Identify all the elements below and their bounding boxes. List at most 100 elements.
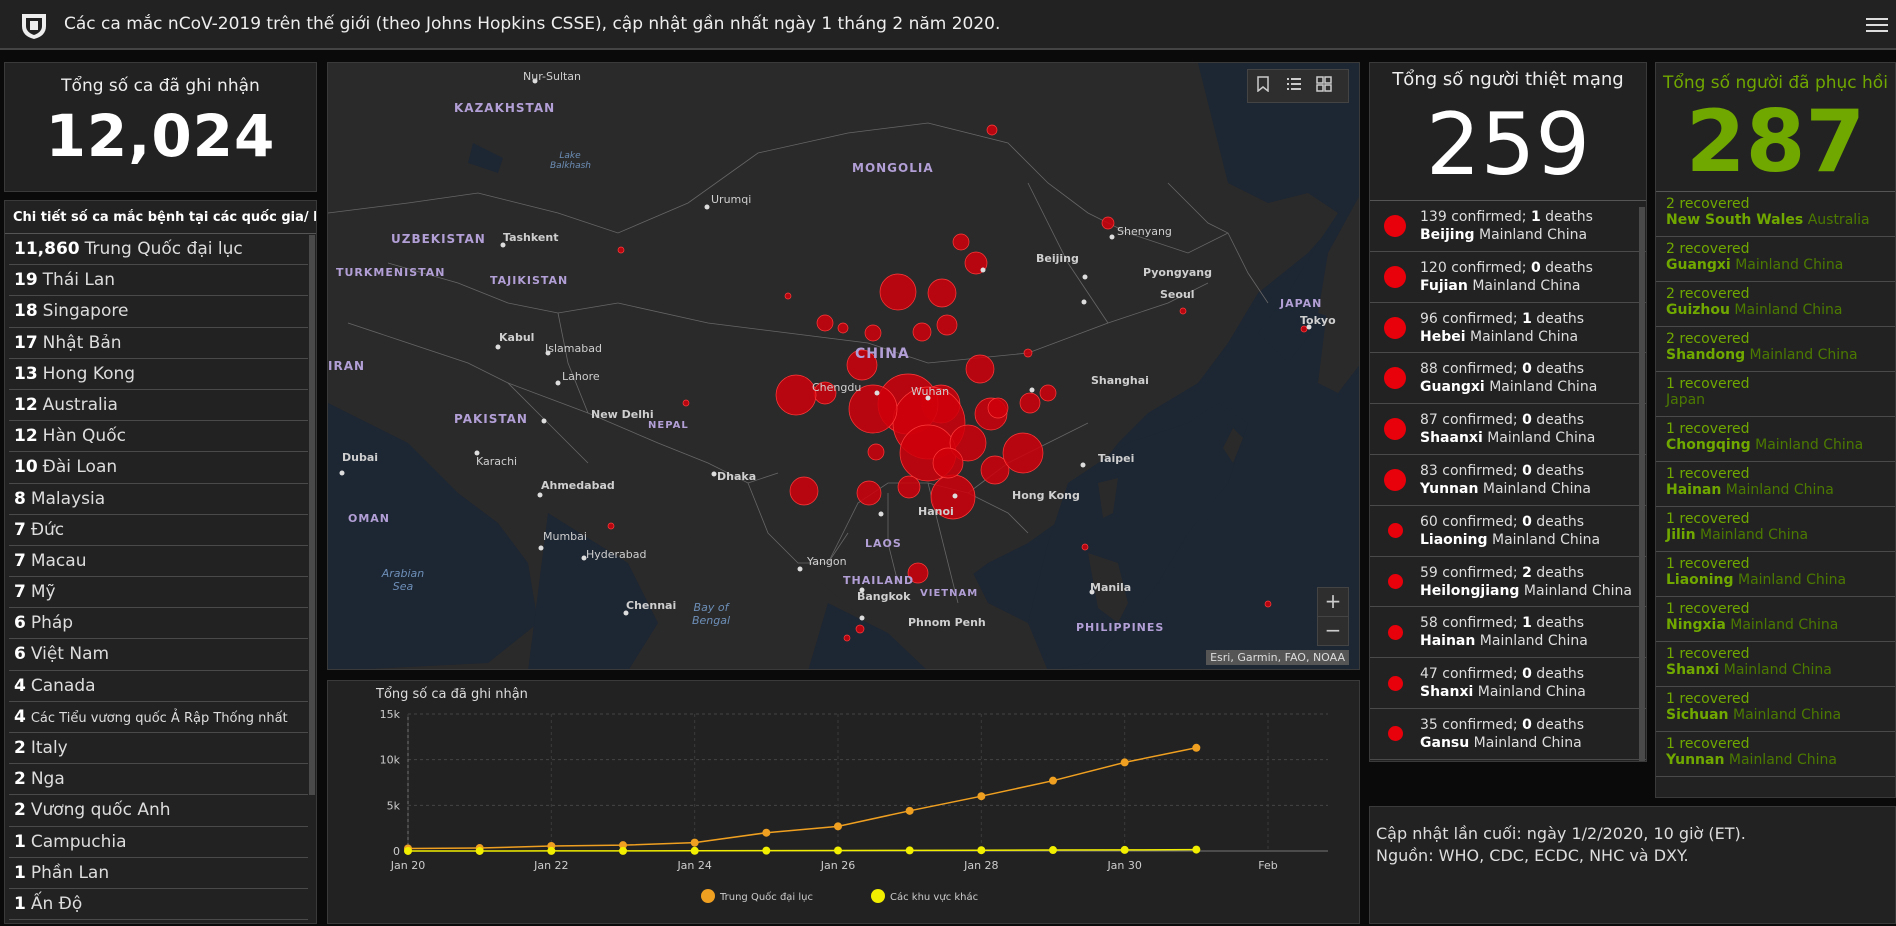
deaths-list-item[interactable]: 60 confirmed; 0 deaths Liaoning Mainland …	[1370, 506, 1646, 557]
x-tick-label: Jan 30	[1106, 859, 1141, 872]
country-list-item[interactable]: 19 Thái Lan	[9, 265, 308, 297]
recovered-list-item[interactable]: 2 recovered Shandong Mainland China	[1656, 327, 1895, 372]
data-point[interactable]	[690, 838, 699, 847]
country-list-item[interactable]: 11,860 Trung Quốc đại lục	[9, 234, 308, 266]
deaths-line: 60 confirmed; 0 deaths	[1420, 514, 1584, 530]
country-name: Mainland China	[1700, 527, 1809, 543]
data-point[interactable]	[905, 846, 914, 855]
data-point[interactable]	[1049, 846, 1057, 855]
recovered-list-item[interactable]: 2 recovered Guangxi Mainland China	[1656, 237, 1895, 282]
recovered-list-item[interactable]: 1 recovered Chongqing Mainland China	[1656, 417, 1895, 462]
country-list-item[interactable]: 6 Việt Nam	[9, 639, 308, 671]
country-name: Mainland China	[1469, 328, 1579, 345]
dashboard-title: Các ca mắc nCoV-2019 trên thế giới (theo…	[64, 14, 1001, 34]
deaths-list-item[interactable]: 59 confirmed; 2 deaths Heilongjiang Mainl…	[1370, 557, 1646, 608]
recovered-list-item[interactable]: 1 recovered Hainan Mainland China	[1656, 462, 1895, 507]
deaths-list-item[interactable]: 88 confirmed; 0 deaths Guangxi Mainland C…	[1370, 353, 1646, 405]
deaths-list-item[interactable]: 120 confirmed; 0 deaths Fujian Mainland C…	[1370, 252, 1646, 303]
data-point[interactable]	[1049, 776, 1057, 785]
recovered-count: 1	[1666, 556, 1675, 572]
deaths-list-item[interactable]: 96 confirmed; 1 deaths Hebei Mainland Chi…	[1370, 303, 1646, 354]
deaths-list-item[interactable]: 139 confirmed; 1 deaths Beijing Mainland …	[1370, 201, 1646, 252]
bookmark-icon[interactable]	[1256, 76, 1276, 96]
zoom-out-button[interactable]: −	[1317, 616, 1349, 646]
country-list-item[interactable]: 13 Hong Kong	[9, 359, 308, 390]
basemap-gallery-icon[interactable]	[1316, 76, 1336, 96]
hamburger-menu-icon[interactable]	[1866, 14, 1888, 34]
country-list-item[interactable]: 1 Phần Lan	[9, 858, 308, 889]
recovered-list-item[interactable]: 1 recovered Liaoning Mainland China	[1656, 552, 1895, 597]
zoom-in-button[interactable]: +	[1317, 587, 1349, 617]
deaths-list-scrollbar[interactable]	[1639, 207, 1645, 761]
country-list-item[interactable]: 4 Các Tiểu vương quốc Ả Rập Thống nhất	[9, 702, 308, 733]
country-list-item[interactable]: 18 Singapore	[9, 296, 308, 328]
country-list-item[interactable]: 7 Mỹ	[9, 577, 308, 609]
country-list-item[interactable]: 12 Hàn Quốc	[9, 421, 308, 453]
recovered-list-item[interactable]: 2 recovered New South Wales Australia	[1656, 192, 1895, 237]
map-city: Chengdu	[812, 381, 862, 394]
data-point[interactable]	[762, 828, 771, 837]
data-point[interactable]	[404, 846, 412, 855]
recovered-list-item[interactable]: 1 recovered Sichuan Mainland China	[1656, 687, 1895, 732]
province-name: Gansu	[1420, 734, 1470, 751]
recovered-list-item[interactable]: 1 recovered Japan	[1656, 372, 1895, 417]
map-panel[interactable]: KAZAKHSTAN MONGOLIA UZBEKISTAN TURKMENIS…	[327, 62, 1360, 670]
deaths-list-item[interactable]: 83 confirmed; 0 deaths Yunnan Mainland Ch…	[1370, 455, 1646, 506]
legend-list-icon[interactable]	[1286, 76, 1306, 96]
data-point[interactable]	[905, 806, 914, 815]
country-list-item[interactable]: 10 Đài Loan	[9, 452, 308, 484]
data-point[interactable]	[834, 846, 842, 855]
country-list-item[interactable]: 7 Macau	[9, 546, 308, 578]
data-point[interactable]	[762, 846, 771, 855]
country-list-item[interactable]: 2 Vương quốc Anh	[9, 795, 308, 827]
deaths-word: deaths	[1536, 412, 1585, 429]
deaths-line: 59 confirmed; 2 deaths	[1420, 565, 1584, 581]
deaths-list-item[interactable]: 87 confirmed; 0 deaths Shaanxi Mainland C…	[1370, 404, 1646, 455]
recovered-word: recovered	[1679, 556, 1750, 572]
deaths-list-item[interactable]: 47 confirmed; 0 deaths Shanxi Mainland Ch…	[1370, 658, 1646, 709]
data-point[interactable]	[1120, 845, 1129, 854]
province-name: Heilongjiang	[1420, 582, 1520, 599]
deaths-word: deaths	[1536, 564, 1585, 581]
location-line: Chongqing Mainland China	[1666, 437, 1895, 453]
country-list-scrollbar[interactable]	[309, 235, 315, 795]
map-label-thailand: THAILAND	[843, 574, 915, 587]
data-point[interactable]	[834, 822, 842, 831]
data-point[interactable]	[1192, 845, 1201, 854]
country-list-item[interactable]: 2 Nga	[9, 764, 308, 796]
deaths-list-item[interactable]: 32 confirmed; 0 deaths	[1370, 760, 1646, 761]
country-name: Hong Kong	[42, 363, 136, 384]
country-list-item[interactable]: 1 Campuchia	[9, 827, 308, 858]
deaths-word: deaths	[1545, 209, 1593, 225]
recovered-list-item[interactable]: 2 recovered Guizhou Mainland China	[1656, 282, 1895, 327]
recovered-list-item[interactable]: 1 recovered Jilin Mainland China	[1656, 507, 1895, 552]
data-point[interactable]	[475, 846, 484, 855]
data-point[interactable]	[619, 846, 627, 855]
deaths-list-item[interactable]: 35 confirmed; 0 deaths Gansu Mainland Chi…	[1370, 709, 1646, 760]
province-name: Yunnan	[1666, 752, 1725, 768]
data-point[interactable]	[1192, 743, 1201, 752]
country-list-item[interactable]: 4 Canada	[9, 671, 308, 702]
country-list-item[interactable]: 6 Pháp	[9, 608, 308, 640]
country-list-item[interactable]: 8 Malaysia	[9, 484, 308, 515]
data-point[interactable]	[977, 792, 986, 801]
deaths-list-item[interactable]: 58 confirmed; 1 deaths Hainan Mainland Ch…	[1370, 607, 1646, 659]
country-list-item[interactable]: 2 Italy	[9, 733, 308, 765]
confirmed-count: 60	[1420, 513, 1438, 530]
data-point[interactable]	[977, 846, 986, 855]
recovered-list-item[interactable]: 1 recovered Yunnan Mainland China	[1656, 732, 1895, 777]
data-point[interactable]	[690, 846, 699, 855]
country-list-item[interactable]: 1 Ấn Độ	[9, 889, 308, 921]
country-count: 1	[14, 831, 26, 852]
recovered-list-item[interactable]: 1 recovered Shanxi Mainland China	[1656, 642, 1895, 687]
data-point[interactable]	[547, 846, 556, 855]
deaths-line: 120 confirmed; 0 deaths	[1420, 260, 1593, 276]
recovered-list-item[interactable]: 1 recovered Ningxia Mainland China	[1656, 597, 1895, 642]
data-point[interactable]	[1120, 758, 1129, 767]
country-list-item[interactable]: 12 Australia	[9, 390, 308, 422]
country-list-item[interactable]: 17 Nhật Bản	[9, 328, 308, 359]
line-chart: 0 5k 10k 15k Jan 20 Jan 22 Jan 24 Jan 26 Jan 28 J…	[380, 708, 1328, 903]
confirmed-word: confirmed;	[1451, 259, 1527, 276]
map-city: Beijing	[1036, 252, 1079, 265]
country-list-item[interactable]: 7 Đức	[9, 515, 308, 546]
